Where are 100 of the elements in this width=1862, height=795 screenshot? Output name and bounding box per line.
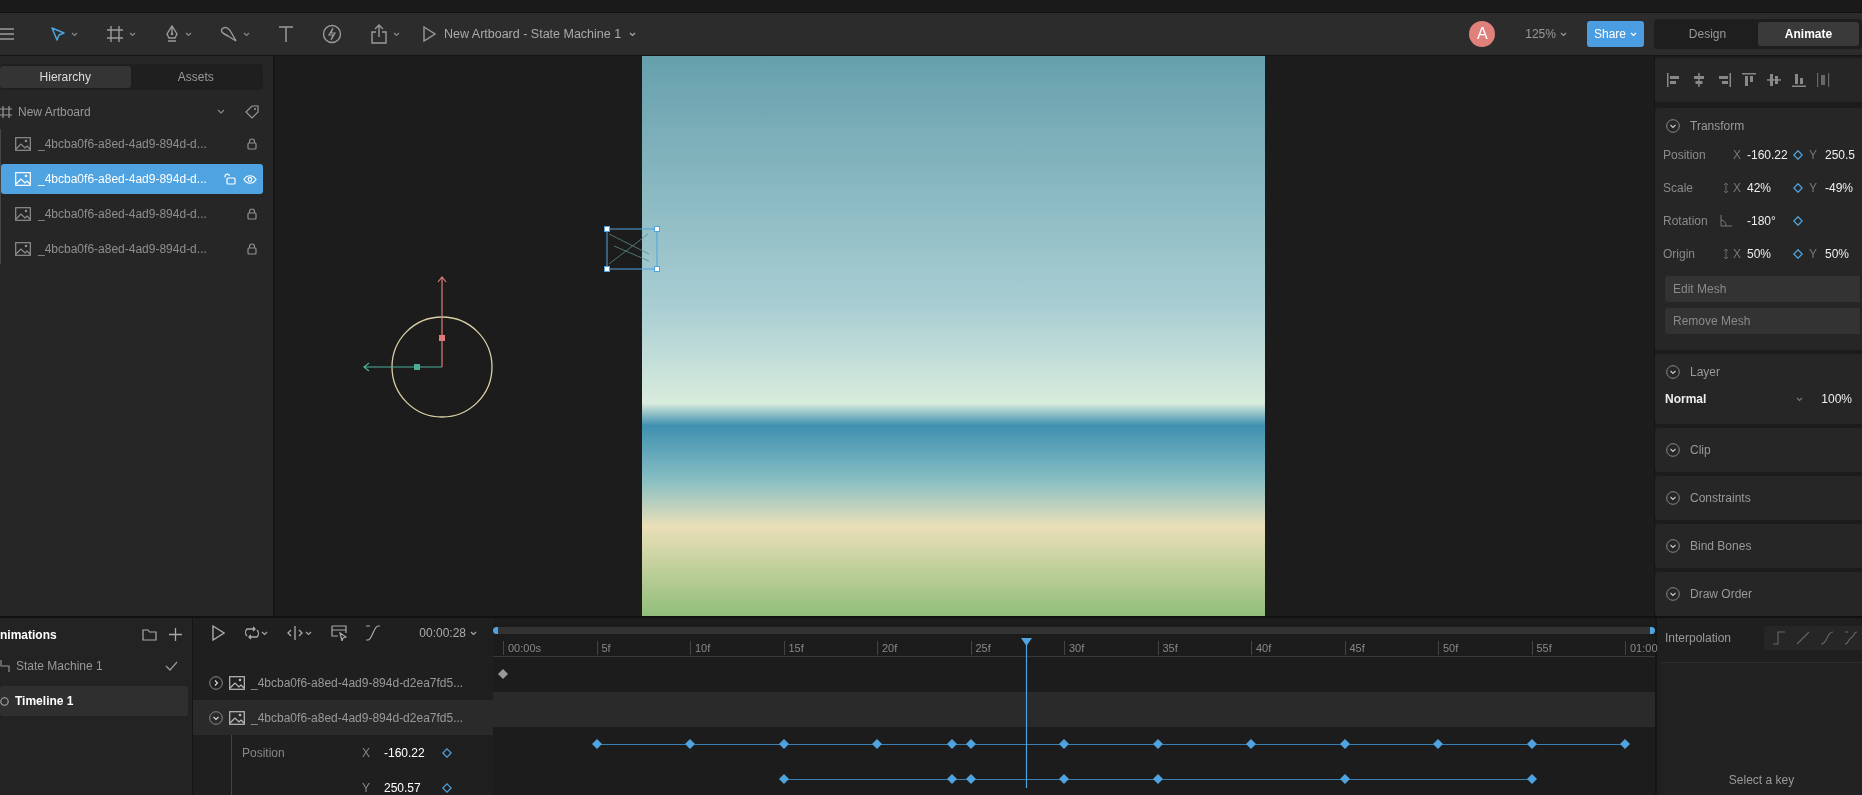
timeline-layer-row[interactable]: _4bcba0f6-a8ed-4ad9-894d-d2ea7fd5... bbox=[193, 700, 493, 735]
keyframe-icon[interactable] bbox=[965, 739, 976, 749]
keyframe-icon[interactable] bbox=[685, 739, 695, 749]
keyframe-diamond-icon[interactable] bbox=[1793, 149, 1803, 160]
artboard-name[interactable]: New Artboard bbox=[18, 104, 211, 119]
keyframe-icon[interactable] bbox=[1433, 739, 1443, 749]
keyframe-icon[interactable] bbox=[1526, 739, 1537, 749]
elastic-curve-icon[interactable] bbox=[1844, 631, 1858, 645]
opacity-field[interactable]: 100% bbox=[1821, 392, 1852, 406]
image-icon bbox=[229, 710, 245, 725]
value-field[interactable]: 42% bbox=[1747, 180, 1793, 195]
keyframe-icon[interactable] bbox=[1152, 739, 1163, 749]
collapse-icon[interactable] bbox=[1666, 443, 1680, 457]
keyframe-icon[interactable] bbox=[1339, 774, 1350, 784]
link-toggle-icon[interactable] bbox=[1723, 181, 1729, 194]
tick-label: 10f bbox=[690, 641, 711, 655]
lock-icon[interactable] bbox=[247, 208, 257, 220]
direction-icon[interactable] bbox=[287, 625, 313, 641]
keyframe-icon[interactable] bbox=[778, 774, 789, 784]
time-dropdown[interactable]: 00:00:28 bbox=[413, 625, 483, 641]
curve-icon[interactable] bbox=[365, 625, 381, 641]
panel-tab[interactable]: Hierarchy bbox=[0, 66, 131, 88]
expand-toggle-icon[interactable] bbox=[209, 710, 223, 725]
plus-icon[interactable] bbox=[169, 628, 182, 641]
value-field[interactable]: 50% bbox=[1825, 246, 1862, 261]
document-title-button[interactable]: New Artboard - State Machine 1 bbox=[416, 22, 643, 46]
value-field[interactable]: -160.22 bbox=[384, 745, 442, 760]
lock-icon[interactable] bbox=[247, 138, 257, 150]
keyframe-icon[interactable] bbox=[1526, 774, 1537, 784]
keyframe-icon[interactable] bbox=[872, 739, 882, 749]
keyframe-icon[interactable] bbox=[591, 739, 602, 749]
preview-icon[interactable] bbox=[331, 625, 347, 641]
keyframe-icon[interactable] bbox=[965, 774, 976, 784]
panel-tab[interactable]: Assets bbox=[130, 66, 261, 88]
collapse-icon[interactable] bbox=[1666, 587, 1680, 601]
folder-icon[interactable] bbox=[142, 628, 157, 641]
chevron-down-icon[interactable] bbox=[1796, 396, 1804, 402]
keyframe-icon[interactable] bbox=[498, 669, 508, 679]
keyframe-icon[interactable] bbox=[778, 739, 789, 749]
keyframe-icon[interactable] bbox=[1620, 739, 1630, 749]
keyframe-diamond-icon[interactable] bbox=[1793, 215, 1803, 226]
keyframe-icon[interactable] bbox=[1152, 774, 1163, 784]
value-field[interactable]: 250.57 bbox=[384, 780, 442, 795]
keyframe-diamond-icon[interactable] bbox=[1793, 182, 1803, 193]
animation-item[interactable]: State Machine 1 bbox=[0, 651, 188, 681]
value-field[interactable]: -49% bbox=[1825, 180, 1862, 195]
keyframe-diamond-icon[interactable] bbox=[442, 782, 452, 793]
section-title[interactable]: Transform bbox=[1690, 119, 1745, 133]
section-title[interactable]: Clip bbox=[1690, 443, 1711, 457]
eye-icon[interactable] bbox=[243, 174, 257, 184]
collapse-icon[interactable] bbox=[1666, 119, 1680, 133]
value-field[interactable]: 250.5 bbox=[1825, 147, 1862, 162]
value-field[interactable]: -160.22 bbox=[1747, 147, 1793, 162]
expand-toggle-icon[interactable] bbox=[209, 675, 223, 690]
section-title[interactable]: Bind Bones bbox=[1690, 539, 1752, 553]
loop-icon[interactable] bbox=[243, 625, 269, 641]
playhead[interactable] bbox=[1021, 638, 1033, 788]
zoom-dropdown[interactable]: 125% bbox=[1519, 26, 1573, 42]
section-title[interactable]: Constraints bbox=[1690, 491, 1751, 505]
link-toggle-icon[interactable] bbox=[1723, 247, 1729, 260]
lock-icon[interactable] bbox=[247, 243, 257, 255]
collapse-icon[interactable] bbox=[1666, 539, 1680, 553]
mode-tab[interactable]: Design bbox=[1657, 22, 1758, 46]
align-right-icon[interactable] bbox=[1717, 73, 1731, 87]
align-distribute-icon[interactable] bbox=[1817, 73, 1831, 87]
tag-icon[interactable] bbox=[245, 104, 259, 119]
layer-row[interactable]: _4bcba0f6-a8ed-4ad9-894d-d... bbox=[13, 199, 263, 229]
keyframe-icon[interactable] bbox=[1059, 774, 1069, 784]
play-icon[interactable] bbox=[211, 625, 225, 641]
align-hcenter-icon[interactable] bbox=[1692, 73, 1706, 87]
layer-row[interactable]: _4bcba0f6-a8ed-4ad9-894d-d... bbox=[13, 129, 263, 159]
timeline-layer-row[interactable]: _4bcba0f6-a8ed-4ad9-894d-d2ea7fd5... bbox=[193, 665, 493, 700]
keyframe-icon[interactable] bbox=[946, 774, 957, 784]
keyframe-icon[interactable] bbox=[1246, 739, 1256, 749]
property-label: Position bbox=[1663, 147, 1707, 162]
value-field[interactable]: -180° bbox=[1747, 213, 1793, 228]
keyframe-icon[interactable] bbox=[946, 739, 957, 749]
angle-icon bbox=[1720, 214, 1732, 227]
animation-item[interactable]: Timeline 1 bbox=[0, 686, 188, 716]
collapse-icon[interactable] bbox=[1666, 365, 1680, 379]
mode-tab[interactable]: Animate bbox=[1758, 22, 1859, 46]
keyframe-diamond-icon[interactable] bbox=[442, 747, 452, 758]
align-top-icon[interactable] bbox=[1742, 73, 1756, 87]
chevron-down-icon[interactable] bbox=[217, 109, 225, 114]
blend-mode-dropdown[interactable]: Normal bbox=[1663, 392, 1797, 406]
keyframe-icon[interactable] bbox=[1339, 739, 1350, 749]
keyframe-diamond-icon[interactable] bbox=[1793, 248, 1803, 259]
align-left-icon[interactable] bbox=[1667, 73, 1681, 87]
selection-box-drawing[interactable] bbox=[604, 226, 660, 272]
section-title[interactable]: Draw Order bbox=[1690, 587, 1752, 601]
collapse-icon[interactable] bbox=[1666, 491, 1680, 505]
align-vcenter-icon[interactable] bbox=[1767, 73, 1781, 87]
mesh-button[interactable]: Remove Mesh bbox=[1665, 308, 1860, 334]
linear-curve-icon[interactable] bbox=[1796, 631, 1810, 645]
align-bottom-icon[interactable] bbox=[1792, 73, 1806, 87]
mesh-button[interactable]: Edit Mesh bbox=[1665, 276, 1860, 302]
keyframe-icon[interactable] bbox=[1059, 739, 1069, 749]
value-field[interactable]: 50% bbox=[1747, 246, 1793, 261]
layer-row[interactable]: _4bcba0f6-a8ed-4ad9-894d-d... bbox=[13, 234, 263, 264]
section-title[interactable]: Layer bbox=[1690, 365, 1721, 379]
